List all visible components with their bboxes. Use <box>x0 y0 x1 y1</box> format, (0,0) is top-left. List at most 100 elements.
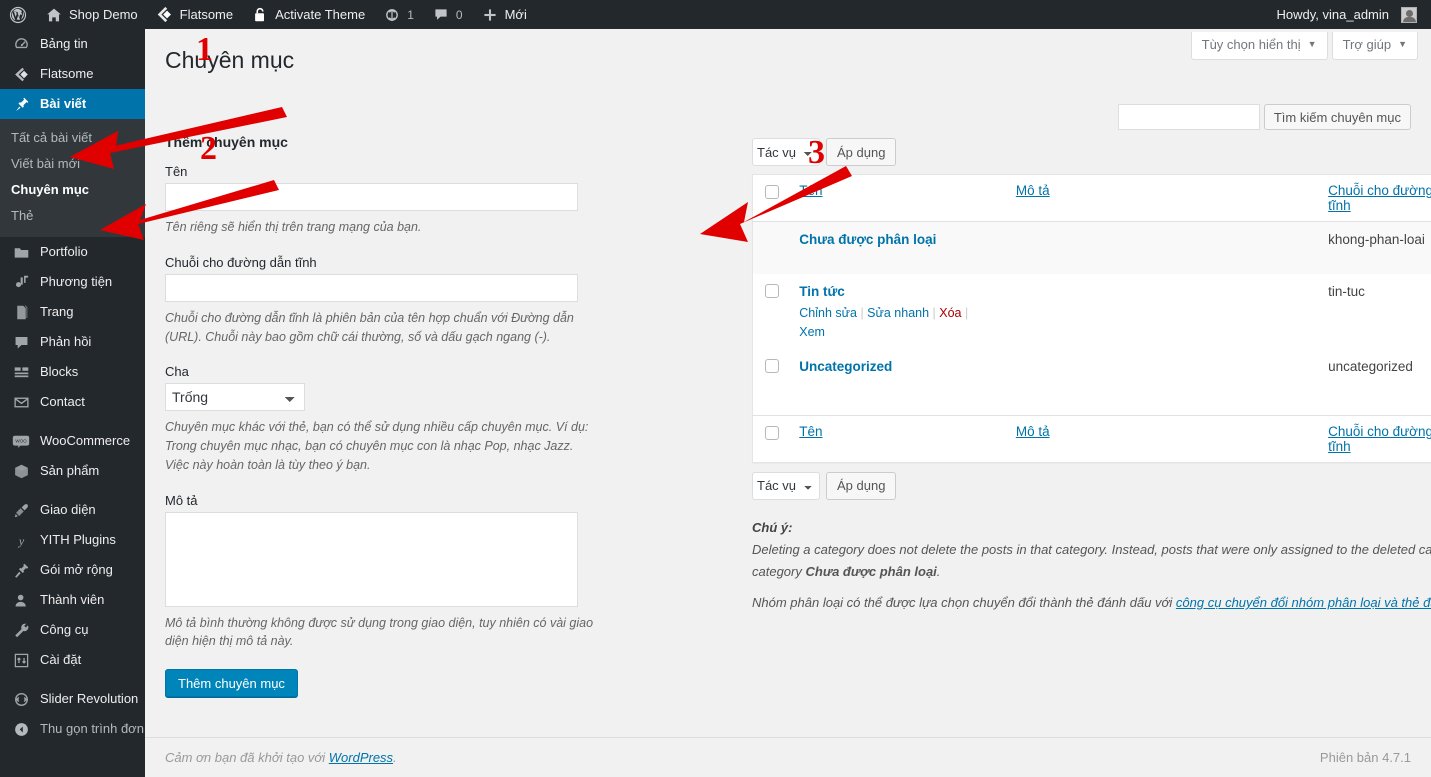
sidebar-item-comments[interactable]: Phản hồi <box>0 327 145 357</box>
sidebar-item-tools[interactable]: Công cụ <box>0 615 145 645</box>
note-line-1-post: . <box>936 563 941 579</box>
help-button[interactable]: Trợ giúp ▼ <box>1331 32 1418 60</box>
column-header-description-link[interactable]: Mô tả <box>1016 183 1050 198</box>
blocks-icon <box>11 362 31 382</box>
adminbar-comments[interactable]: 0 <box>423 0 472 29</box>
slug-input[interactable] <box>165 273 578 302</box>
sidebar-item-label: Cài đặt <box>40 652 82 667</box>
add-category-submit-button[interactable]: Thêm chuyên mục <box>165 669 298 697</box>
search-input[interactable] <box>1117 104 1260 130</box>
column-footer-description-link[interactable]: Mô tả <box>1016 424 1050 439</box>
sidebar-item-collapse-menu[interactable]: Thu gọn trình đơn <box>0 714 145 744</box>
description-textarea[interactable] <box>165 511 578 607</box>
sidebar-item-woocommerce[interactable]: WOO WooCommerce <box>0 426 145 456</box>
adminbar-new-content[interactable]: Mới <box>472 0 536 29</box>
wordpress-link[interactable]: WordPress <box>329 750 393 765</box>
sidebar-item-plugins[interactable]: Gói mở rộng <box>0 555 145 585</box>
annotation-number-1: 1 <box>196 31 213 68</box>
note-line-1: Deleting a category does not delete the … <box>752 539 1431 583</box>
select-all-footer[interactable] <box>752 414 790 463</box>
mail-icon <box>11 392 31 412</box>
sidebar-item-dashboard[interactable]: Bảng tin <box>0 29 145 59</box>
row-name-cell: Uncategorized <box>789 349 1006 415</box>
sidebar-item-flatsome[interactable]: Flatsome <box>0 59 145 89</box>
column-header-slug[interactable]: Chuỗi cho đường dẫn tĩnh <box>1318 174 1431 222</box>
sidebar-item-categories[interactable]: Chuyên mục <box>0 177 145 203</box>
bulk-action-select-bottom[interactable]: Tác vụ <box>752 471 820 500</box>
table-row: Uncategorized uncategorized 3 <box>753 349 1431 415</box>
select-all-header[interactable] <box>752 174 790 222</box>
name-input[interactable] <box>165 183 578 211</box>
category-name-link[interactable]: Tin tức <box>799 284 845 299</box>
adminbar-flatsome[interactable]: Flatsome <box>147 0 242 29</box>
screen-meta-links: Tùy chọn hiển thị ▼ Trợ giúp ▼ <box>1190 32 1418 60</box>
updates-icon <box>383 6 401 24</box>
bulk-apply-button-top[interactable]: Áp dụng <box>826 138 897 166</box>
sidebar-item-users[interactable]: Thành viên <box>0 585 145 615</box>
dashboard-icon <box>11 34 31 54</box>
sidebar-item-portfolio[interactable]: Portfolio <box>0 237 145 267</box>
category-name-link[interactable]: Uncategorized <box>799 359 892 374</box>
column-footer-slug[interactable]: Chuỗi cho đường dẫn tĩnh <box>1318 414 1431 463</box>
row-checkbox[interactable] <box>765 283 779 298</box>
row-checkbox-cell[interactable] <box>753 349 790 415</box>
sidebar-item-settings[interactable]: Cài đặt <box>0 645 145 675</box>
column-footer-name-link[interactable]: Tên <box>799 424 822 439</box>
column-header-description[interactable]: Mô tả <box>1005 174 1319 222</box>
footer-thanks: Cảm ơn bạn đã khởi tạo với WordPress. <box>165 750 397 765</box>
avatar <box>1401 6 1417 23</box>
row-action-delete[interactable]: Xóa <box>939 306 961 320</box>
sidebar-item-posts[interactable]: Bài viết <box>0 89 153 119</box>
sidebar-item-blocks[interactable]: Blocks <box>0 357 145 387</box>
screen-options-button[interactable]: Tùy chọn hiển thị ▼ <box>1190 32 1328 60</box>
sidebar-item-new-post[interactable]: Viết bài mới <box>0 151 145 177</box>
select-all-checkbox-footer[interactable] <box>765 425 779 440</box>
converter-tool-link[interactable]: công cụ chuyển đổi nhóm phân loại và thẻ… <box>1176 595 1431 610</box>
sidebar-item-yith-plugins[interactable]: y YITH Plugins <box>0 525 145 555</box>
footer-thanks-pre: Cảm ơn bạn đã khởi tạo với <box>165 750 329 765</box>
sidebar-item-slider-revolution[interactable]: Slider Revolution <box>0 684 145 714</box>
admin-sidebar: Bảng tin Flatsome Bài viết Tất cả bài vi… <box>0 29 153 777</box>
column-header-name[interactable]: Tên <box>789 174 1006 222</box>
column-footer-description[interactable]: Mô tả <box>1005 414 1319 463</box>
column-header-slug-link[interactable]: Chuỗi cho đường dẫn tĩnh <box>1328 183 1431 213</box>
column-header-name-link[interactable]: Tên <box>799 183 822 198</box>
table-row: Chưa được phân loại khong-phan-loai 0 <box>752 221 1431 274</box>
select-all-checkbox[interactable] <box>765 185 779 199</box>
row-action-view[interactable]: Xem <box>799 325 825 339</box>
row-checkbox-cell[interactable] <box>753 274 790 350</box>
sidebar-item-appearance[interactable]: Giao diện <box>0 495 145 525</box>
category-name-link[interactable]: Chưa được phân loại <box>799 232 936 247</box>
sidebar-item-pages[interactable]: Trang <box>0 297 145 327</box>
row-name-cell: Tin tức Chỉnh sửa | Sửa nhanh | Xóa | Xe… <box>789 274 1006 350</box>
adminbar-updates[interactable]: 1 <box>374 0 423 29</box>
sidebar-item-label: WooCommerce <box>40 433 131 448</box>
row-checkbox[interactable] <box>765 359 779 374</box>
column-footer-slug-link[interactable]: Chuỗi cho đường dẫn tĩnh <box>1328 424 1431 454</box>
row-action-quick-edit[interactable]: Sửa nhanh <box>867 306 929 320</box>
sidebar-item-contact[interactable]: Contact <box>0 387 145 417</box>
sidebar-item-tags[interactable]: Thẻ <box>0 203 145 229</box>
collapse-icon <box>11 719 31 739</box>
adminbar-activate-theme[interactable]: Activate Theme <box>242 0 374 29</box>
sidebar-item-products[interactable]: Sản phẩm <box>0 456 145 486</box>
row-checkbox-cell <box>752 221 790 274</box>
sidebar-item-label: Phản hồi <box>40 334 92 349</box>
add-category-form: Thêm chuyên mục Tên Tên riêng sẽ hiển th… <box>165 134 600 697</box>
adminbar-site-name[interactable]: Shop Demo <box>36 0 147 29</box>
adminbar-my-account[interactable]: Howdy, vina_admin <box>1268 0 1431 29</box>
description-help: Mô tả bình thường không được sử dụng tro… <box>165 615 594 649</box>
row-action-edit[interactable]: Chỉnh sửa <box>799 306 857 320</box>
slug-label: Chuỗi cho đường dẫn tĩnh <box>165 254 317 270</box>
bulk-apply-button-bottom[interactable]: Áp dụng <box>826 471 897 500</box>
settings-icon <box>11 650 31 670</box>
parent-select[interactable]: Trống <box>165 383 305 412</box>
sidebar-item-all-posts[interactable]: Tất cả bài viết <box>0 125 145 151</box>
column-footer-name[interactable]: Tên <box>789 414 1006 463</box>
row-description-cell <box>1005 221 1319 274</box>
search-submit-button[interactable]: Tìm kiếm chuyên mục <box>1263 104 1411 130</box>
tablenav-bottom: Tác vụ Áp dụng 3 mục <box>752 471 1431 501</box>
adminbar-wordpress-logo[interactable] <box>0 0 36 29</box>
sidebar-item-label: Thành viên <box>40 592 105 607</box>
sidebar-item-media[interactable]: Phương tiện <box>0 267 145 297</box>
